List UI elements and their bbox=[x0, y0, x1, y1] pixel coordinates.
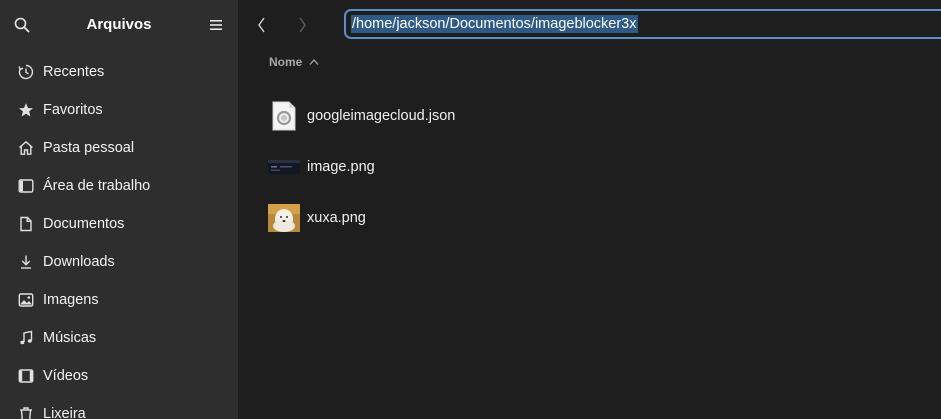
chevron-left-icon bbox=[258, 17, 265, 33]
sidebar-item-area-de-trabalho[interactable]: Área de trabalho bbox=[0, 167, 238, 205]
download-icon bbox=[18, 254, 34, 270]
hamburger-menu-icon[interactable] bbox=[210, 18, 222, 30]
sidebar-item-label: Lixeira bbox=[43, 406, 86, 419]
sidebar-item-label: Vídeos bbox=[43, 368, 89, 384]
list-item[interactable]: xuxa.png bbox=[268, 192, 868, 243]
image-thumbnail bbox=[268, 151, 300, 183]
app-title: Arquivos bbox=[86, 16, 152, 33]
photo-thumbnail bbox=[268, 202, 300, 234]
file-list: googleimagecloud.json image.png xuxa.png bbox=[268, 90, 868, 243]
music-icon bbox=[18, 330, 34, 346]
header-bar: /home/jackson/Documentos/imageblocker3x bbox=[238, 0, 941, 50]
trash-icon bbox=[18, 406, 34, 419]
sidebar-places-list: Recentes Favoritos Pasta pessoal Área de… bbox=[0, 53, 238, 419]
home-icon bbox=[18, 140, 34, 156]
sidebar-item-musicas[interactable]: Músicas bbox=[0, 319, 238, 357]
file-name: googleimagecloud.json bbox=[307, 107, 456, 124]
list-item[interactable]: googleimagecloud.json bbox=[268, 90, 868, 141]
sidebar-item-recentes[interactable]: Recentes bbox=[0, 53, 238, 91]
column-header-label: Nome bbox=[269, 55, 303, 69]
column-header-name[interactable]: Nome bbox=[269, 55, 319, 69]
video-icon bbox=[18, 368, 34, 384]
sidebar-item-documentos[interactable]: Documentos bbox=[0, 205, 238, 243]
sort-ascending-icon bbox=[309, 59, 319, 65]
sidebar-item-lixeira[interactable]: Lixeira bbox=[0, 395, 238, 419]
sidebar-header: Arquivos bbox=[0, 0, 238, 50]
document-icon bbox=[18, 216, 34, 232]
location-path-text[interactable]: /home/jackson/Documentos/imageblocker3x bbox=[351, 15, 638, 33]
sidebar-item-label: Imagens bbox=[43, 292, 99, 308]
star-icon bbox=[18, 102, 34, 118]
image-icon bbox=[18, 292, 34, 308]
sidebar-item-label: Pasta pessoal bbox=[43, 140, 135, 156]
sidebar-item-videos[interactable]: Vídeos bbox=[0, 357, 238, 395]
sidebar-item-label: Favoritos bbox=[43, 102, 103, 118]
chevron-right-icon bbox=[299, 17, 306, 33]
back-button[interactable] bbox=[252, 14, 272, 36]
sidebar-item-label: Downloads bbox=[43, 254, 115, 270]
sidebar-item-downloads[interactable]: Downloads bbox=[0, 243, 238, 281]
file-manager-window: Arquivos Recentes Favoritos Pasta pessoa… bbox=[0, 0, 941, 419]
sidebar-item-label: Músicas bbox=[43, 330, 97, 346]
sidebar-item-pasta-pessoal[interactable]: Pasta pessoal bbox=[0, 129, 238, 167]
desktop-icon bbox=[18, 178, 34, 194]
sidebar-item-label: Documentos bbox=[43, 216, 125, 232]
sidebar: Arquivos Recentes Favoritos Pasta pessoa… bbox=[0, 0, 238, 419]
clock-icon bbox=[18, 64, 34, 80]
list-item[interactable]: image.png bbox=[268, 141, 868, 192]
forward-button[interactable] bbox=[292, 14, 312, 36]
json-file-icon bbox=[268, 100, 300, 132]
sidebar-item-imagens[interactable]: Imagens bbox=[0, 281, 238, 319]
sidebar-item-favoritos[interactable]: Favoritos bbox=[0, 91, 238, 129]
file-name: xuxa.png bbox=[307, 209, 366, 226]
sidebar-item-label: Recentes bbox=[43, 64, 105, 80]
main-content: /home/jackson/Documentos/imageblocker3x … bbox=[238, 0, 941, 419]
location-input[interactable]: /home/jackson/Documentos/imageblocker3x bbox=[344, 9, 941, 39]
file-name: image.png bbox=[307, 158, 375, 175]
sidebar-item-label: Área de trabalho bbox=[43, 178, 151, 194]
